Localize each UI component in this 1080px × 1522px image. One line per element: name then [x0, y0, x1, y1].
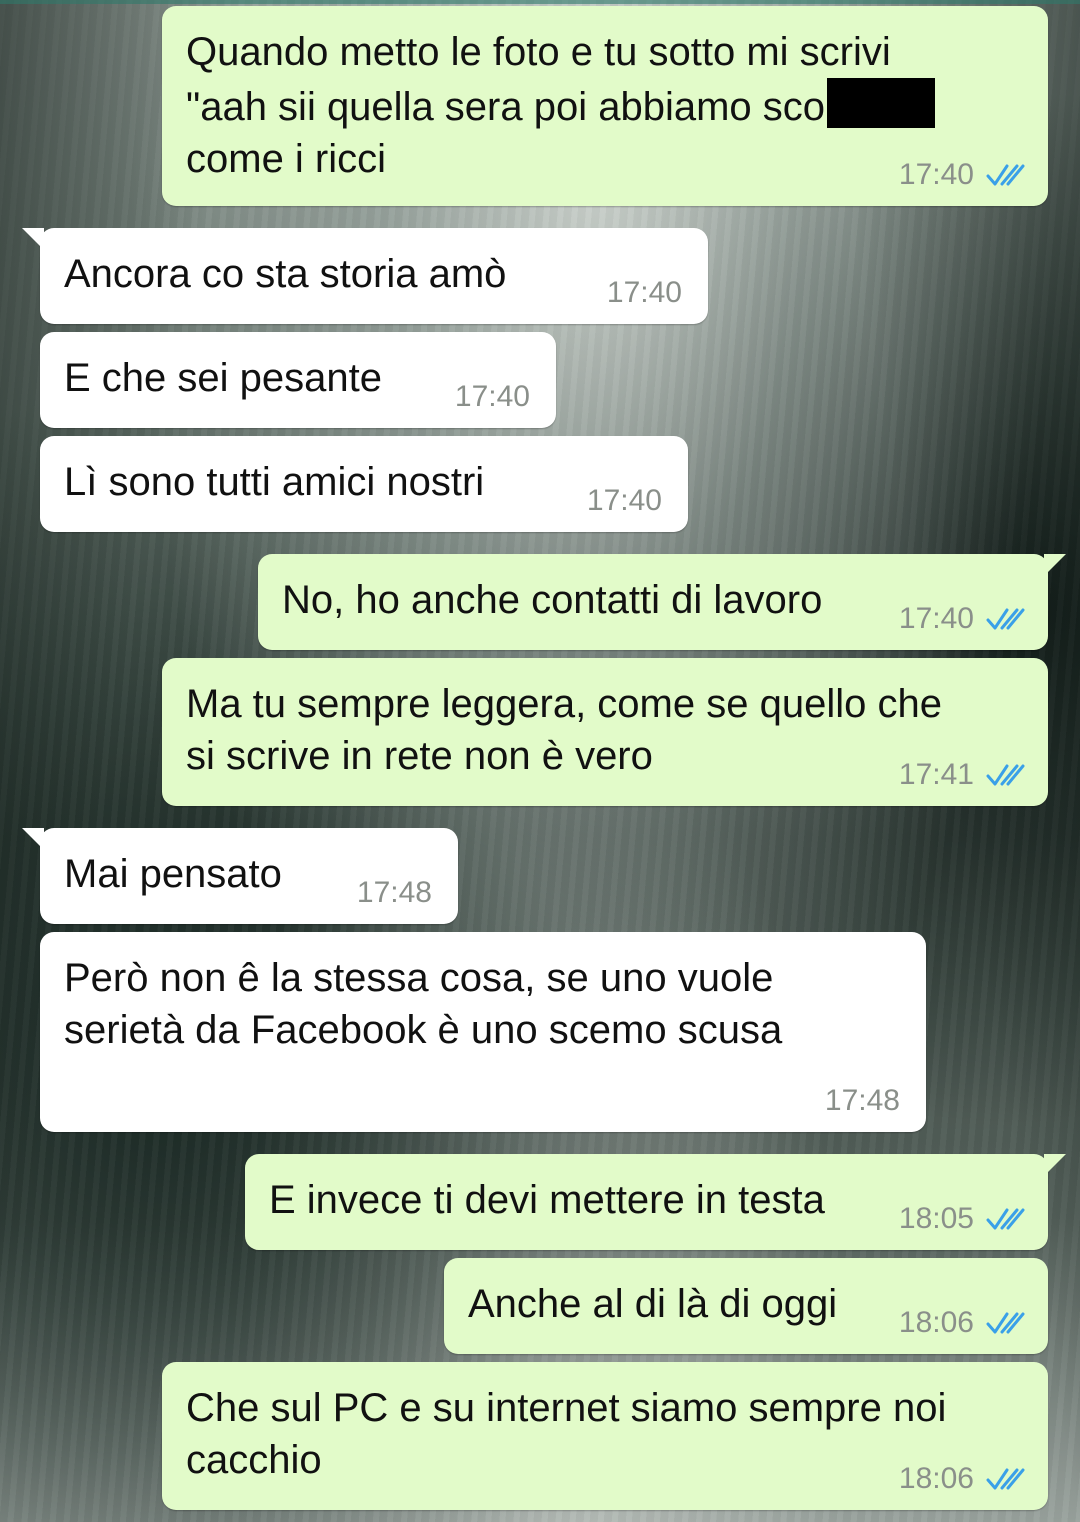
message-meta: 18:06 — [899, 1306, 1026, 1340]
message-time: 18:06 — [898, 1462, 974, 1495]
message-bubble-incoming[interactable]: Lì sono tutti amici nostri 17:40 — [40, 436, 688, 532]
message-bubble-outgoing[interactable]: No, ho anche contatti di lavoro 17:40 — [258, 554, 1066, 650]
message-bubble-outgoing[interactable]: Ma tu sempre leggera, come se quello che… — [162, 658, 1048, 806]
message-meta: 18:05 — [899, 1202, 1026, 1236]
bubble-tail — [22, 228, 44, 250]
message-text: Però non ê la stessa cosa, se uno vuole … — [64, 956, 783, 1052]
double-check-icon — [986, 1312, 1025, 1334]
message-time: 17:40 — [606, 276, 682, 309]
double-check-icon — [986, 164, 1025, 186]
message-bubble-incoming[interactable]: Però non ê la stessa cosa, se uno vuole … — [40, 932, 926, 1132]
message-meta: 17:48 — [825, 1084, 900, 1118]
bubble-tail — [1044, 1154, 1066, 1176]
message-time: 17:40 — [586, 484, 662, 517]
message-meta: 17:40 — [899, 602, 1026, 636]
message-time: 17:40 — [898, 602, 974, 635]
message-meta: 17:40 — [607, 276, 682, 310]
message-bubble-incoming[interactable]: Mai pensato 17:48 — [22, 828, 458, 924]
bubble-tail — [22, 828, 44, 850]
message-time: 17:40 — [898, 158, 974, 191]
message-meta: 17:41 — [899, 758, 1026, 792]
message-time: 18:06 — [898, 1306, 974, 1339]
message-bubble-outgoing[interactable]: Anche al di là di oggi 18:06 — [444, 1258, 1048, 1354]
message-bubble-outgoing[interactable]: E invece ti devi mettere in testa 18:05 — [245, 1154, 1066, 1250]
message-text: Lì sono tutti amici nostri — [64, 460, 485, 504]
message-bubble-outgoing[interactable]: Che sul PC e su internet siamo sempre no… — [162, 1362, 1048, 1510]
message-meta: 17:48 — [357, 876, 432, 910]
message-meta: 18:06 — [899, 1462, 1026, 1496]
double-check-icon — [986, 608, 1025, 630]
message-bubble-incoming[interactable]: Ancora co sta storia amò 17:40 — [22, 228, 708, 324]
double-check-icon — [986, 1208, 1025, 1230]
message-meta: 17:40 — [455, 380, 530, 414]
message-bubble-incoming[interactable]: E che sei pesante 17:40 — [40, 332, 556, 428]
redaction-box — [827, 78, 936, 128]
double-check-icon — [986, 764, 1025, 786]
message-list[interactable]: Quando metto le foto e tu sotto mi scriv… — [0, 0, 1080, 1522]
message-time: 17:48 — [824, 1084, 900, 1117]
message-time: 17:40 — [454, 380, 530, 413]
double-check-icon — [986, 1468, 1025, 1490]
message-time: 17:41 — [898, 758, 974, 791]
message-meta: 17:40 — [587, 484, 662, 518]
message-time: 17:48 — [356, 876, 432, 909]
message-bubble-outgoing[interactable]: Quando metto le foto e tu sotto mi scriv… — [162, 6, 1048, 206]
message-text: Ancora co sta storia amò — [64, 252, 507, 296]
bubble-tail — [1044, 554, 1066, 576]
message-meta: 17:40 — [899, 158, 1026, 192]
message-time: 18:05 — [898, 1202, 974, 1235]
